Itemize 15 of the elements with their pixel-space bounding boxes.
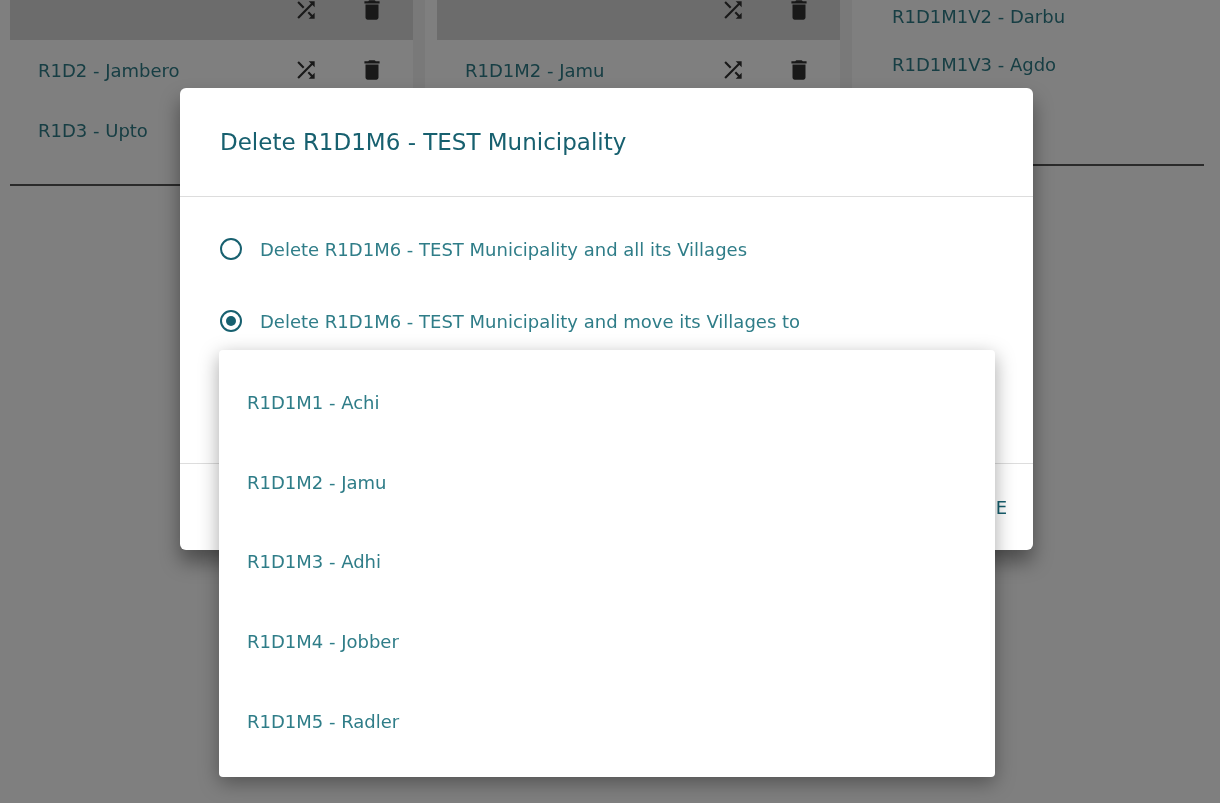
option-label: Delete R1D1M6 - TEST Municipality and move its Villages to xyxy=(260,310,801,332)
menu-item[interactable]: R1D1M1 - Achi xyxy=(219,363,995,443)
radio-button[interactable] xyxy=(220,238,242,260)
option-label: Delete R1D1M6 - TEST Municipality and all its Villages xyxy=(260,238,748,260)
menu-item[interactable]: R1D1M3 - Adhi xyxy=(219,522,995,602)
list-row[interactable]: R1D1M1V2 - Darbu xyxy=(864,0,1204,40)
list-row[interactable]: R1D1M1V3 - Agdo xyxy=(864,40,1204,88)
radio-button[interactable] xyxy=(220,310,242,332)
row-label: R1D1M1V3 - Agdo xyxy=(892,53,1058,75)
row-label: R1D1M1V2 - Darbu xyxy=(892,5,1067,27)
row-label: R1D2 - Jambero xyxy=(38,59,181,81)
menu-item[interactable]: R1D1M5 - Radler xyxy=(219,681,995,761)
menu-item[interactable]: R1D1M4 - Jobber xyxy=(219,601,995,682)
row-label: R1D1M2 - Jamu xyxy=(465,59,606,81)
dialog-title: Delete R1D1M6 - TEST Municipality xyxy=(180,88,1033,197)
